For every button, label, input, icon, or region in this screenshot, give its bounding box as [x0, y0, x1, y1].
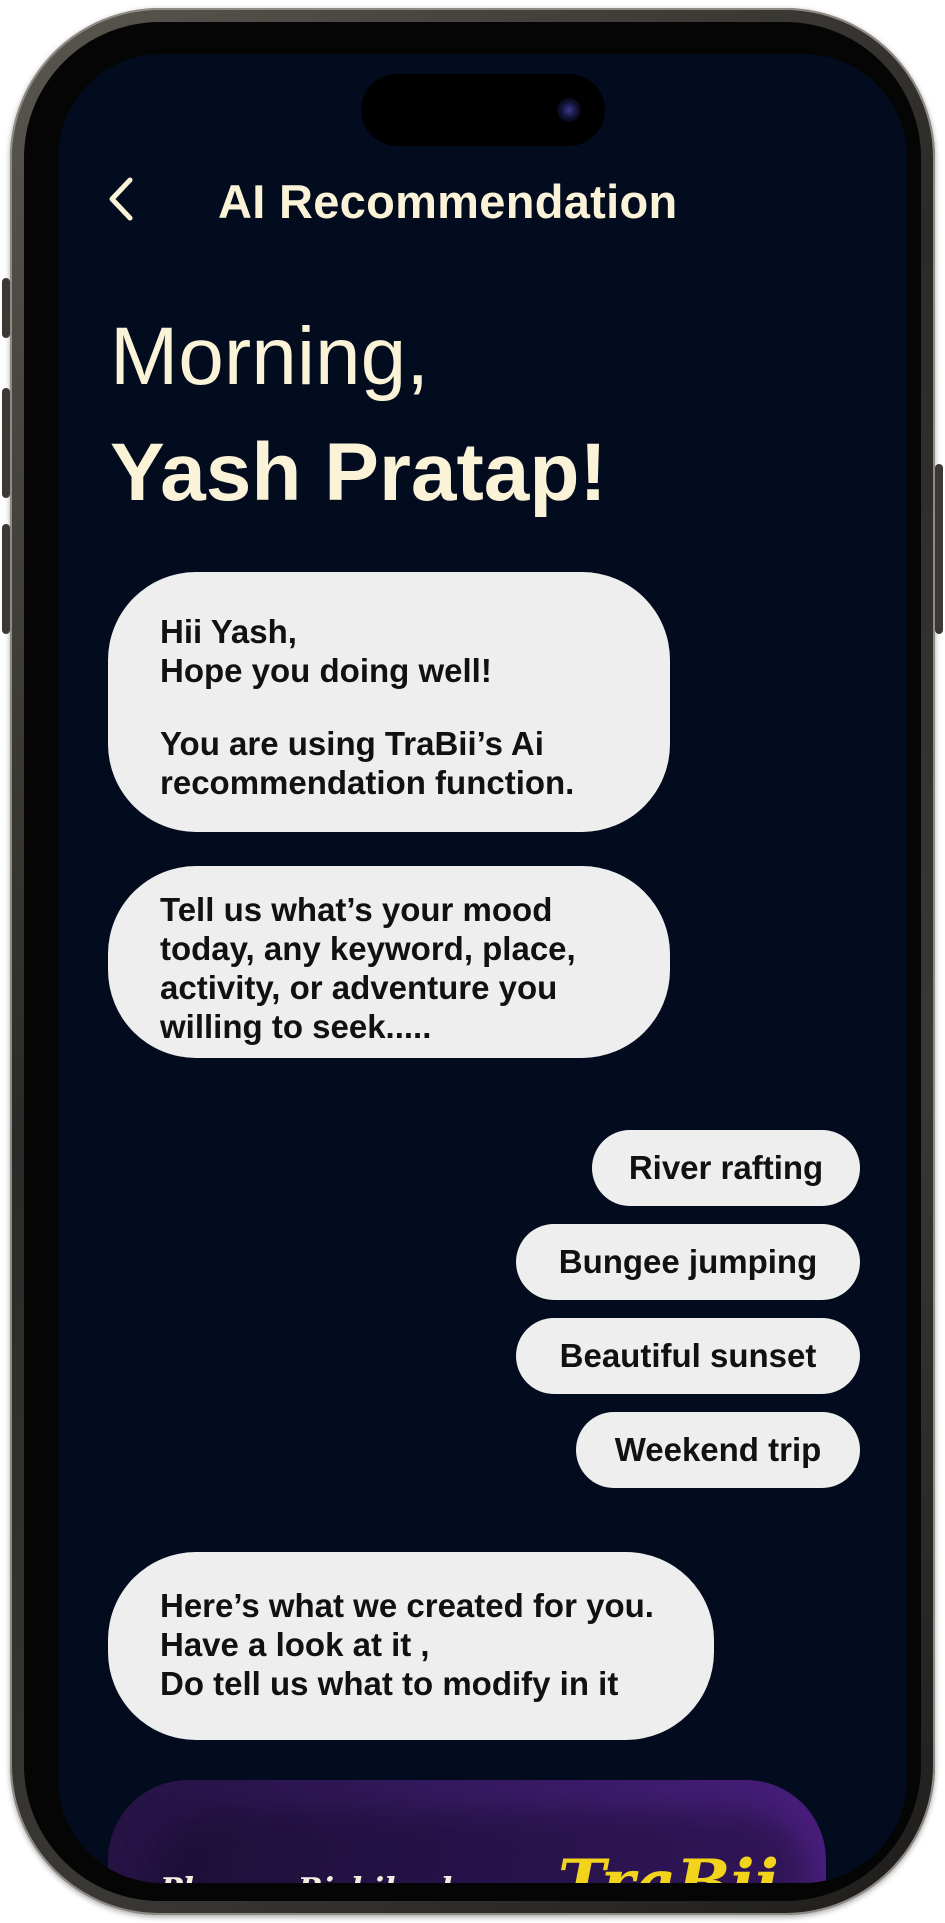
message-line: willing to seek.....: [160, 1008, 432, 1045]
message-line: Hope you doing well!: [160, 652, 492, 689]
message-line: Here’s what we created for you.: [160, 1587, 654, 1624]
greeting-user-name: Yash Pratap!: [110, 427, 607, 518]
bot-message-result: Here’s what we created for you. Have a l…: [108, 1552, 714, 1740]
itinerary-card[interactable]: Place :– Rishikesh TraBii: [108, 1780, 826, 1883]
front-camera-icon: [557, 98, 581, 122]
suggestion-chip-weekend-trip[interactable]: Weekend trip: [576, 1412, 860, 1488]
trabii-logo: TraBii: [558, 1846, 779, 1883]
dynamic-island: [361, 74, 605, 146]
suggestion-chip-river-rafting[interactable]: River rafting: [592, 1130, 860, 1206]
page-title: AI Recommendation: [218, 175, 678, 228]
message-line: Hii Yash,: [160, 613, 297, 650]
volume-down-button: [2, 524, 10, 634]
power-button: [935, 464, 943, 634]
message-line: activity, or adventure you: [160, 969, 558, 1006]
phone-frame: AI Recommendation Morning, Yash Pratap! …: [2, 8, 943, 1915]
message-line: Tell us what’s your mood: [160, 891, 553, 928]
volume-up-button: [2, 388, 10, 498]
chevron-left-icon: [109, 177, 133, 221]
message-line: Have a look at it ,: [160, 1626, 430, 1663]
bot-message-welcome: Hii Yash, Hope you doing well! You are u…: [108, 572, 670, 832]
app-screen: AI Recommendation Morning, Yash Pratap! …: [58, 54, 907, 1883]
message-line: Do tell us what to modify in it: [160, 1665, 619, 1702]
message-line: today, any keyword, place,: [160, 930, 576, 967]
message-line: recommendation function.: [160, 764, 575, 801]
bot-message-prompt: Tell us what’s your mood today, any keyw…: [108, 866, 670, 1058]
action-button: [2, 278, 10, 338]
card-place-label: Place :– Rishikesh: [160, 1872, 463, 1883]
app-header: AI Recommendation: [58, 164, 907, 234]
greeting-time: Morning,: [110, 311, 430, 402]
suggestion-chip-beautiful-sunset[interactable]: Beautiful sunset: [516, 1318, 860, 1394]
back-button[interactable]: [98, 172, 144, 226]
message-line: You are using TraBii’s Ai: [160, 725, 544, 762]
suggestion-chip-bungee-jumping[interactable]: Bungee jumping: [516, 1224, 860, 1300]
